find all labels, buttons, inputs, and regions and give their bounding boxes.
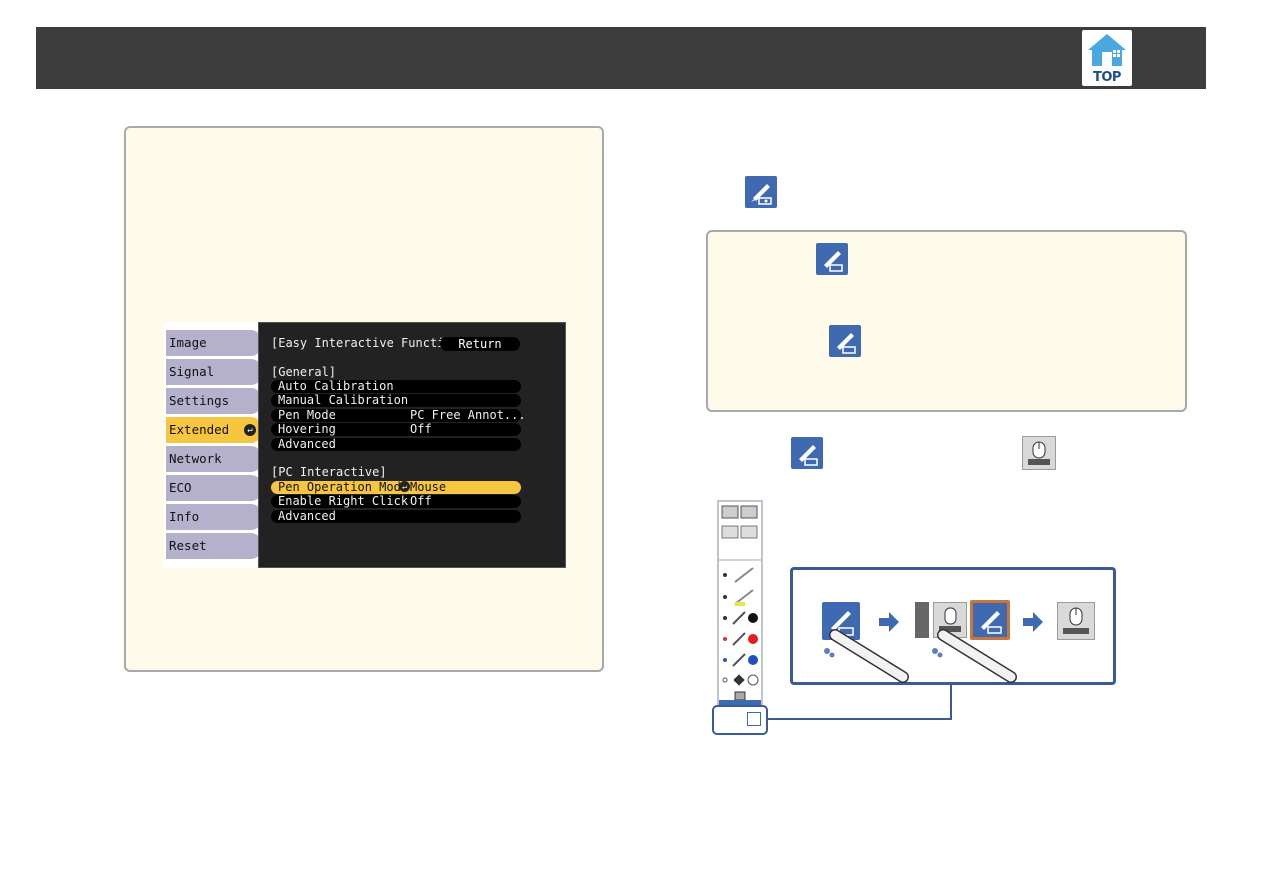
menu-item-settings[interactable]: Settings (166, 388, 261, 414)
projector-menu: Image Signal Settings Extended ↵ Network … (164, 322, 566, 568)
menu-panel: [Easy Interactive Function] Return [Gene… (258, 322, 566, 568)
menu-item-eco[interactable]: ECO (166, 475, 261, 501)
menu-item-extended[interactable]: Extended ↵ (166, 417, 261, 443)
interactive-toolbar (717, 500, 763, 710)
pen-mode-icon[interactable] (747, 712, 761, 726)
pen-mode-icon (816, 243, 848, 275)
pc-interactive-header: [PC Interactive] (271, 465, 387, 479)
note-box-right (706, 230, 1187, 412)
enter-icon: ↵ (244, 424, 256, 436)
interactive-pen-icon (824, 629, 909, 683)
enter-icon: ↵ (399, 481, 410, 492)
menu-item-reset[interactable]: Reset (166, 533, 261, 559)
arrow-right-icon (879, 612, 899, 632)
menu-item-image[interactable]: Image (166, 330, 261, 356)
row-pen-operation-mode[interactable]: Pen Operation Mode ↵ Mouse (271, 481, 521, 494)
arrow-right-icon (1023, 612, 1043, 632)
connector-line (766, 718, 952, 720)
connector-line (950, 684, 952, 720)
row-hovering[interactable]: Hovering Off (271, 423, 521, 436)
pen-mode-icon (791, 437, 823, 469)
menu-sidebar: Image Signal Settings Extended ↵ Network … (164, 322, 261, 568)
row-pen-mode[interactable]: Pen Mode PC Free Annot... (271, 409, 526, 422)
toolbar-pen-button-highlight (712, 705, 768, 735)
toolbar-icon (719, 505, 761, 708)
row-advanced-pc[interactable]: Advanced (271, 510, 521, 523)
top-button[interactable]: TOP (1082, 30, 1132, 86)
menu-title: [Easy Interactive Function] (271, 336, 467, 350)
row-auto-calibration[interactable]: Auto Calibration (271, 380, 521, 393)
menu-item-info[interactable]: Info (166, 504, 261, 530)
pen-mode-icon (745, 176, 777, 208)
interactive-pen-icon (932, 629, 1017, 683)
mode-switch-callout (790, 567, 1116, 685)
mouse-mode-icon (1022, 436, 1056, 470)
pen-mode-icon (829, 325, 861, 357)
expand-icon (915, 602, 929, 638)
mouse-mode-icon (1057, 602, 1095, 640)
menu-item-network[interactable]: Network (166, 446, 261, 472)
row-enable-right-click[interactable]: Enable Right Click Off (271, 495, 521, 508)
menu-item-signal[interactable]: Signal (166, 359, 261, 385)
top-label: TOP (1093, 70, 1121, 85)
return-button[interactable]: Return (440, 337, 520, 351)
row-advanced-general[interactable]: Advanced (271, 438, 521, 451)
general-header: [General] (271, 365, 337, 379)
row-manual-calibration[interactable]: Manual Calibration (271, 394, 521, 407)
page-header-bar (36, 27, 1206, 89)
